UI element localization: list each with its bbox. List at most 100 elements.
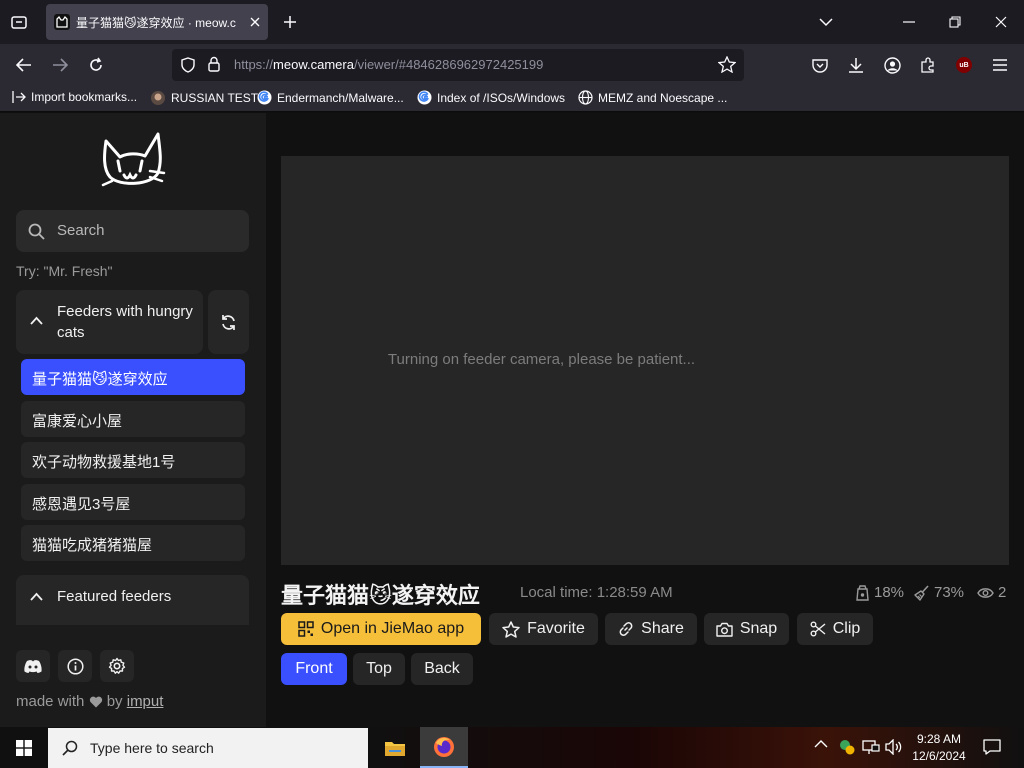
by-text: by — [106, 693, 123, 710]
meow-logo-icon[interactable] — [100, 131, 166, 191]
ublock-icon[interactable]: uB — [954, 55, 974, 75]
bookmark-memz[interactable]: MEMZ and Noescape ... — [578, 90, 727, 105]
snap-button[interactable]: Snap — [704, 613, 789, 645]
view-back-button[interactable]: Back — [411, 653, 473, 685]
back-icon[interactable] — [14, 55, 34, 75]
discord-button[interactable] — [16, 650, 50, 682]
notifications-icon[interactable] — [983, 738, 1001, 756]
feeder-item[interactable]: 感恩遇见3号屋 — [21, 484, 245, 520]
broom-icon — [914, 584, 930, 601]
account-icon[interactable] — [882, 55, 902, 75]
info-button[interactable] — [58, 650, 92, 682]
google-icon — [417, 90, 432, 105]
bookmark-isos[interactable]: Index of /ISOs/Windows — [417, 90, 565, 105]
bookmark-label: RUSSIAN TEST — [171, 91, 259, 105]
view-front-button[interactable]: Front — [281, 653, 347, 685]
food-stat: 18% — [855, 584, 904, 601]
file-explorer-button[interactable] — [371, 727, 419, 768]
search-input[interactable]: Search — [16, 210, 249, 252]
viewers-stat: 2 — [977, 584, 1006, 601]
share-button[interactable]: Share — [605, 613, 697, 645]
camera-icon — [716, 622, 733, 637]
search-icon — [28, 223, 45, 240]
chevron-up-icon — [30, 592, 43, 601]
nav-toolbar: https://meow.camera/viewer/#484628696297… — [0, 44, 1024, 86]
tab-favicon-icon — [54, 14, 70, 30]
new-tab-icon[interactable] — [279, 12, 301, 32]
video-status-message: Turning on feeder camera, please be pati… — [387, 351, 696, 368]
active-tab[interactable]: 量子猫猫😼遂穿效应 · meow.c — [46, 4, 268, 40]
lock-icon[interactable] — [207, 56, 221, 72]
tray-app-icon[interactable] — [838, 738, 856, 756]
restore-icon[interactable] — [944, 12, 966, 32]
made-with-text: made with — [16, 693, 85, 710]
snap-label: Snap — [739, 620, 778, 637]
group-hungry-header[interactable]: Feeders with hungry cats — [16, 290, 203, 354]
author-link[interactable]: imput — [127, 693, 164, 710]
qr-code-icon — [298, 621, 314, 637]
chevron-up-icon — [30, 316, 43, 325]
bookmark-import[interactable]: Import bookmarks... — [12, 90, 137, 104]
camera-title: 量子猫猫😼遂穿效应 — [281, 583, 480, 608]
star-icon — [502, 620, 520, 638]
viewer-count: 2 — [998, 584, 1007, 601]
menu-hamburger-icon[interactable] — [990, 55, 1010, 75]
downloads-icon[interactable] — [846, 55, 866, 75]
tab-close-icon[interactable] — [250, 17, 260, 27]
feeder-item[interactable]: 欢子动物救援基地1号 — [21, 442, 245, 478]
reload-icon[interactable] — [86, 55, 106, 75]
cleanliness-stat: 73% — [914, 584, 964, 601]
gear-icon — [108, 657, 126, 675]
bookmark-star-icon[interactable] — [718, 56, 736, 73]
feeder-item[interactable]: 富康爱心小屋 — [21, 401, 245, 437]
tab-overflow-chevron-icon[interactable] — [815, 12, 837, 32]
favorite-button[interactable]: Favorite — [489, 613, 598, 645]
taskbar-search[interactable]: Type here to search — [48, 728, 368, 768]
group-hungry-title: Feeders with hungry cats — [57, 303, 193, 341]
close-window-icon[interactable] — [990, 12, 1012, 32]
bookmark-endermanch[interactable]: Endermanch/Malware... — [257, 90, 404, 105]
sidebar-scroll-fade — [16, 625, 249, 635]
clip-label: Clip — [832, 620, 861, 637]
tray-overflow-chevron-icon[interactable] — [814, 739, 828, 749]
tab-bar: 量子猫猫😼遂穿效应 · meow.c — [0, 0, 1024, 44]
tab-list-icon[interactable] — [8, 12, 30, 32]
taskbar-clock[interactable]: 9:28 AM 12/6/2024 — [908, 731, 970, 765]
start-button[interactable] — [0, 727, 48, 768]
info-icon — [66, 657, 84, 675]
taskbar-search-placeholder: Type here to search — [90, 740, 214, 756]
url-host: meow.camera — [273, 57, 354, 72]
url-bar[interactable]: https://meow.camera/viewer/#484628696297… — [172, 49, 744, 81]
network-icon[interactable] — [862, 739, 880, 755]
share-label: Share — [641, 620, 684, 637]
tracking-shield-icon[interactable] — [180, 57, 196, 73]
heart-icon — [89, 696, 103, 708]
settings-button[interactable] — [100, 650, 134, 682]
link-icon — [618, 621, 634, 637]
bookmark-russian-test[interactable]: RUSSIAN TEST — [150, 90, 258, 106]
refresh-icon — [220, 314, 237, 331]
import-icon — [12, 90, 26, 104]
bookmark-label: Endermanch/Malware... — [277, 90, 404, 105]
clip-button[interactable]: Clip — [797, 613, 873, 645]
minimize-icon[interactable] — [898, 12, 920, 32]
bookmark-label: Index of /ISOs/Windows — [437, 90, 566, 105]
refresh-button[interactable] — [208, 290, 249, 354]
volume-icon[interactable] — [885, 739, 903, 755]
sidebar: Search Try: "Mr. Fresh" Feeders with hun… — [0, 113, 266, 727]
firefox-taskbar-button[interactable] — [420, 727, 468, 768]
forward-icon[interactable] — [50, 55, 70, 75]
pocket-icon[interactable] — [810, 55, 830, 75]
discord-icon — [23, 659, 43, 674]
clock-time: 9:28 AM — [916, 732, 962, 746]
extensions-puzzle-icon[interactable] — [918, 55, 938, 75]
url-prefix: https:// — [234, 57, 274, 72]
windows-taskbar: Type here to search 9:28 AM 12/6/2024 — [0, 727, 1024, 768]
eye-icon — [977, 587, 994, 599]
open-in-app-button[interactable]: Open in JieMao app — [281, 613, 481, 645]
meow-camera-app: Search Try: "Mr. Fresh" Feeders with hun… — [0, 113, 1024, 727]
feeder-item[interactable]: 猫猫吃成猪猪猫屋 — [21, 525, 245, 561]
url-text[interactable]: https://meow.camera/viewer/#484628696297… — [234, 57, 543, 72]
open-in-app-label: Open in JieMao app — [320, 620, 465, 637]
view-top-button[interactable]: Top — [353, 653, 405, 685]
